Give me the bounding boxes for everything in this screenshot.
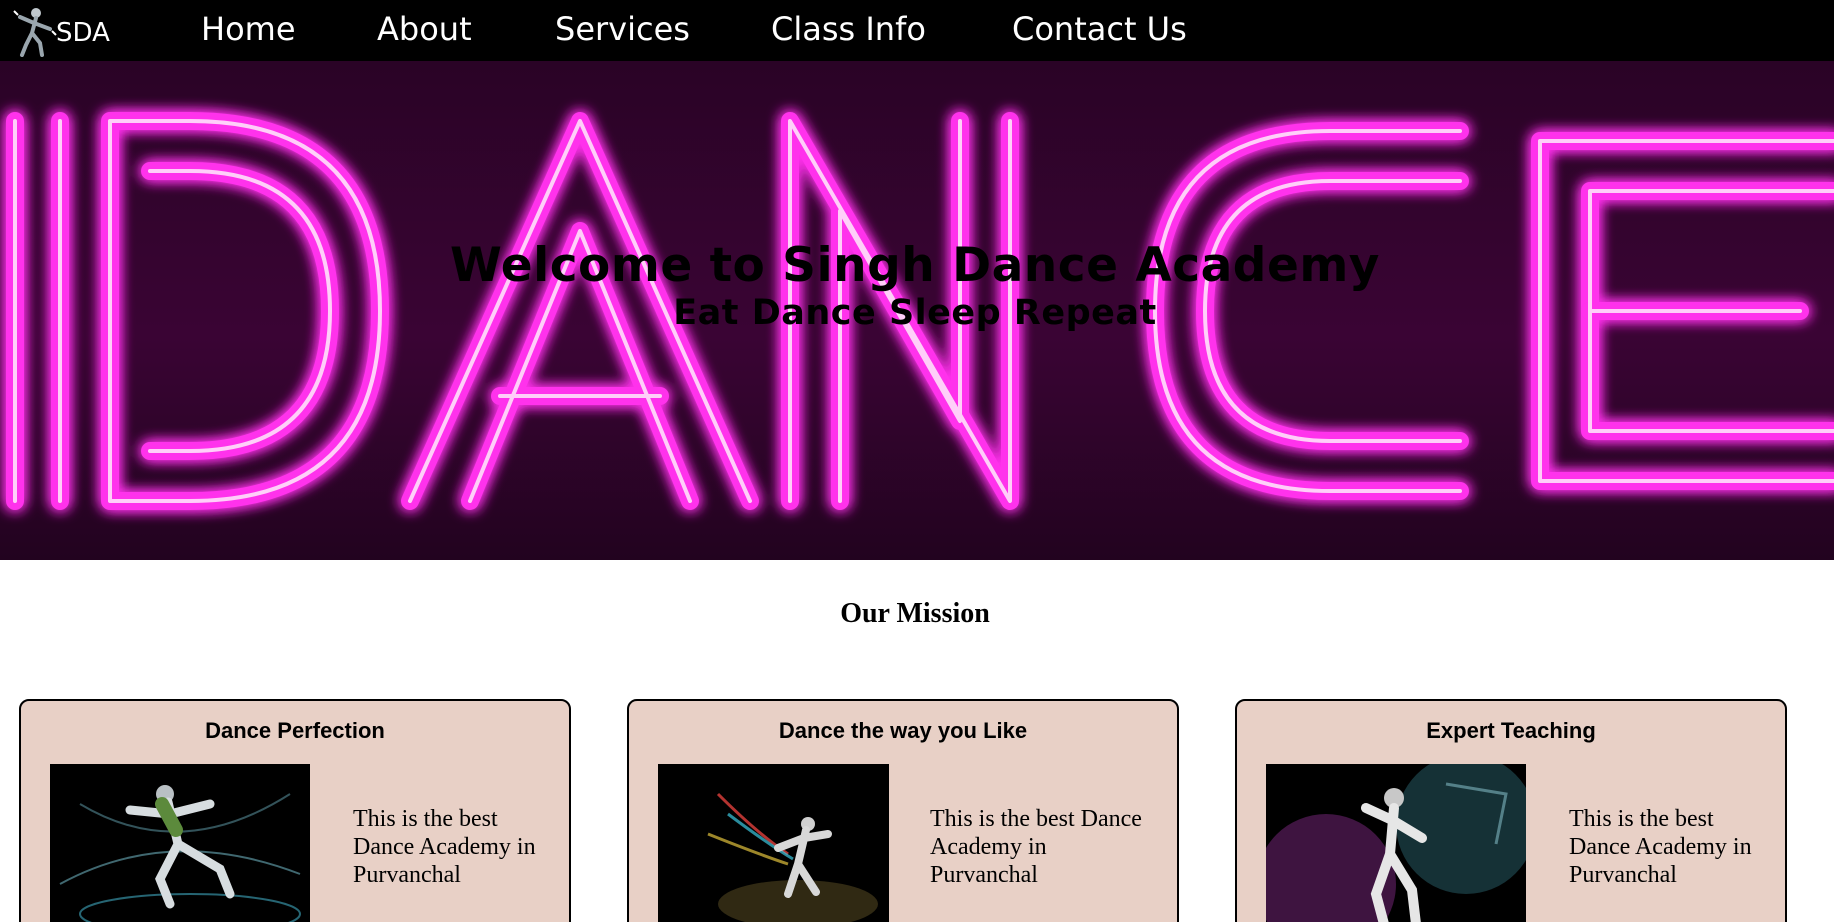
nav-link-class-info[interactable]: Class Info	[771, 10, 926, 48]
card-description: This is the best Dance Academy in Purvan…	[930, 806, 1142, 888]
mission-card-expert-teaching: Expert Teaching This is the best Dance A…	[1235, 699, 1787, 922]
card-description: This is the best Dance Academy in Purvan…	[1569, 806, 1752, 888]
nav-link-about[interactable]: About	[377, 10, 472, 48]
dancer-logo-icon	[13, 8, 57, 57]
nav-link-home[interactable]: Home	[201, 10, 296, 48]
mission-card-dance-the-way-you-like: Dance the way you Like This is the best …	[627, 699, 1179, 922]
nav-link-contact-us[interactable]: Contact Us	[1012, 10, 1187, 48]
site-logo[interactable]: SDA	[12, 5, 112, 57]
top-navbar: SDA Home About Services Class Info Conta…	[0, 0, 1834, 61]
card-image-dancer	[1266, 764, 1526, 922]
card-description: This is the best Dance Academy in Purvan…	[353, 806, 536, 888]
hero-title: Welcome to Singh Dance Academy	[450, 238, 1380, 293]
card-image-dancer	[50, 764, 310, 922]
logo-text: SDA	[56, 18, 110, 48]
hero-subtitle: Eat Dance Sleep Repeat	[673, 293, 1157, 333]
card-title: Dance Perfection	[205, 718, 385, 743]
mission-heading: Our Mission	[840, 598, 990, 629]
mission-card-dance-perfection: Dance Perfection This is the best Dance …	[19, 699, 571, 922]
hero-banner: Welcome to Singh Dance Academy Eat Dance…	[0, 61, 1834, 560]
card-title: Dance the way you Like	[778, 718, 1028, 743]
nav-link-services[interactable]: Services	[555, 10, 690, 48]
card-title: Expert Teaching	[1426, 718, 1596, 743]
card-image-dancer	[658, 764, 889, 922]
